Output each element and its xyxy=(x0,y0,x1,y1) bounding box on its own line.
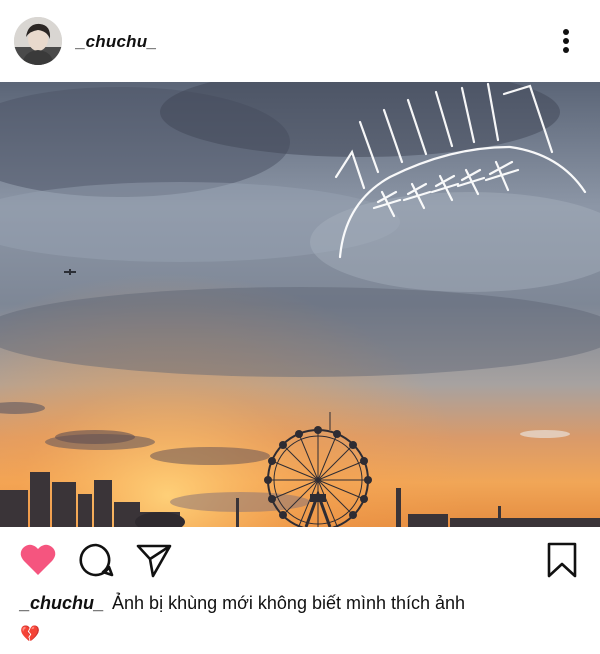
avatar-image xyxy=(14,17,62,65)
avatar[interactable] xyxy=(14,17,62,65)
action-bar xyxy=(0,540,600,588)
username[interactable]: _chuchu_ xyxy=(76,32,157,52)
post-caption: _chuchu_ Ảnh bị khùng mới không biết mình… xyxy=(20,593,590,614)
caption-username[interactable]: _chuchu_ xyxy=(20,593,104,613)
send-paper-plane-icon[interactable] xyxy=(134,540,174,584)
heart-filled-icon[interactable] xyxy=(18,540,58,584)
more-vertical-icon[interactable] xyxy=(552,26,580,58)
caption-text: Ảnh bị khùng mới không biết mình thích ả… xyxy=(112,593,466,613)
broken-heart-emoji: 💔 xyxy=(20,624,44,646)
caption-emoji: 💔 xyxy=(20,626,40,643)
post-header: _chuchu_ xyxy=(0,0,600,82)
bookmark-icon[interactable] xyxy=(542,540,582,584)
sunset-photo xyxy=(0,82,600,527)
post-photo[interactable] xyxy=(0,82,600,527)
comment-bubble-icon[interactable] xyxy=(76,540,116,584)
